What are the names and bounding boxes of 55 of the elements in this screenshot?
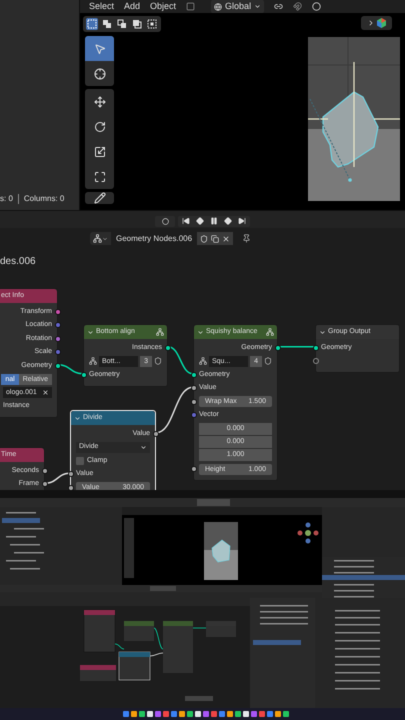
gizmo-dropdown[interactable]: [361, 16, 392, 30]
pin-icon[interactable]: [242, 234, 252, 243]
axes-icon: [214, 2, 222, 10]
checkbox[interactable]: [76, 456, 84, 465]
shield-icon[interactable]: [154, 357, 162, 366]
chevron-icon: [102, 236, 108, 242]
select-mode-button[interactable]: [146, 18, 158, 30]
menu-item[interactable]: Select: [89, 0, 114, 14]
node-tree-icon: [156, 328, 164, 336]
diamond-icon[interactable]: [224, 217, 232, 225]
crosshair-icon: [94, 68, 106, 80]
node-tree-field[interactable]: Geometry Nodes.006: [111, 232, 198, 245]
shield-icon[interactable]: [264, 357, 272, 366]
select-mode-button[interactable]: [101, 18, 113, 30]
node-tree-icon: [266, 328, 274, 336]
rows-count: s: 0: [0, 193, 13, 205]
close-icon[interactable]: [222, 234, 230, 242]
magnet-icon[interactable]: [293, 2, 302, 11]
transform-icon: [94, 170, 106, 182]
record-button[interactable]: [155, 216, 175, 226]
node-tree-icon[interactable]: [89, 357, 97, 366]
diamond-icon[interactable]: [196, 217, 204, 225]
node-tree-icon[interactable]: [199, 357, 207, 366]
menu-item[interactable]: Object: [150, 0, 176, 14]
move-icon: [94, 96, 106, 108]
node-tree-title: des.006: [0, 255, 37, 269]
scale-icon: [94, 146, 106, 158]
collapse-icon[interactable]: [74, 414, 81, 422]
columns-count: Columns: 0: [24, 193, 64, 205]
rotate-icon: [94, 120, 106, 132]
pencil-icon: [94, 192, 106, 204]
duplicate-icon[interactable]: [211, 234, 220, 242]
chevron-icon: [367, 19, 375, 27]
circle-icon: [162, 218, 168, 224]
node-tree-icon: [93, 234, 102, 243]
jump-end-icon[interactable]: [238, 217, 246, 225]
select-tool-icon: [94, 42, 106, 54]
collapse-icon[interactable]: [87, 328, 94, 336]
clear-icon[interactable]: [42, 389, 49, 396]
shield-icon[interactable]: [200, 234, 208, 242]
collapse-icon[interactable]: [197, 328, 204, 336]
empty-socket[interactable]: [312, 358, 318, 364]
select-mode-button[interactable]: [131, 18, 143, 30]
menu-item[interactable]: Add: [124, 0, 140, 14]
mode-icon[interactable]: [186, 2, 196, 11]
link-icon[interactable]: [274, 2, 284, 11]
pause-icon[interactable]: [210, 217, 218, 225]
select-mode-button[interactable]: [116, 18, 128, 30]
collapse-icon[interactable]: [319, 328, 326, 336]
chevron-icon: [140, 444, 147, 451]
proportional-icon[interactable]: [312, 2, 322, 11]
hexagon-icon: [377, 18, 386, 28]
chevron-icon: [254, 3, 262, 10]
jump-start-icon[interactable]: [182, 217, 190, 225]
orientation-dropdown[interactable]: Global: [211, 0, 264, 14]
